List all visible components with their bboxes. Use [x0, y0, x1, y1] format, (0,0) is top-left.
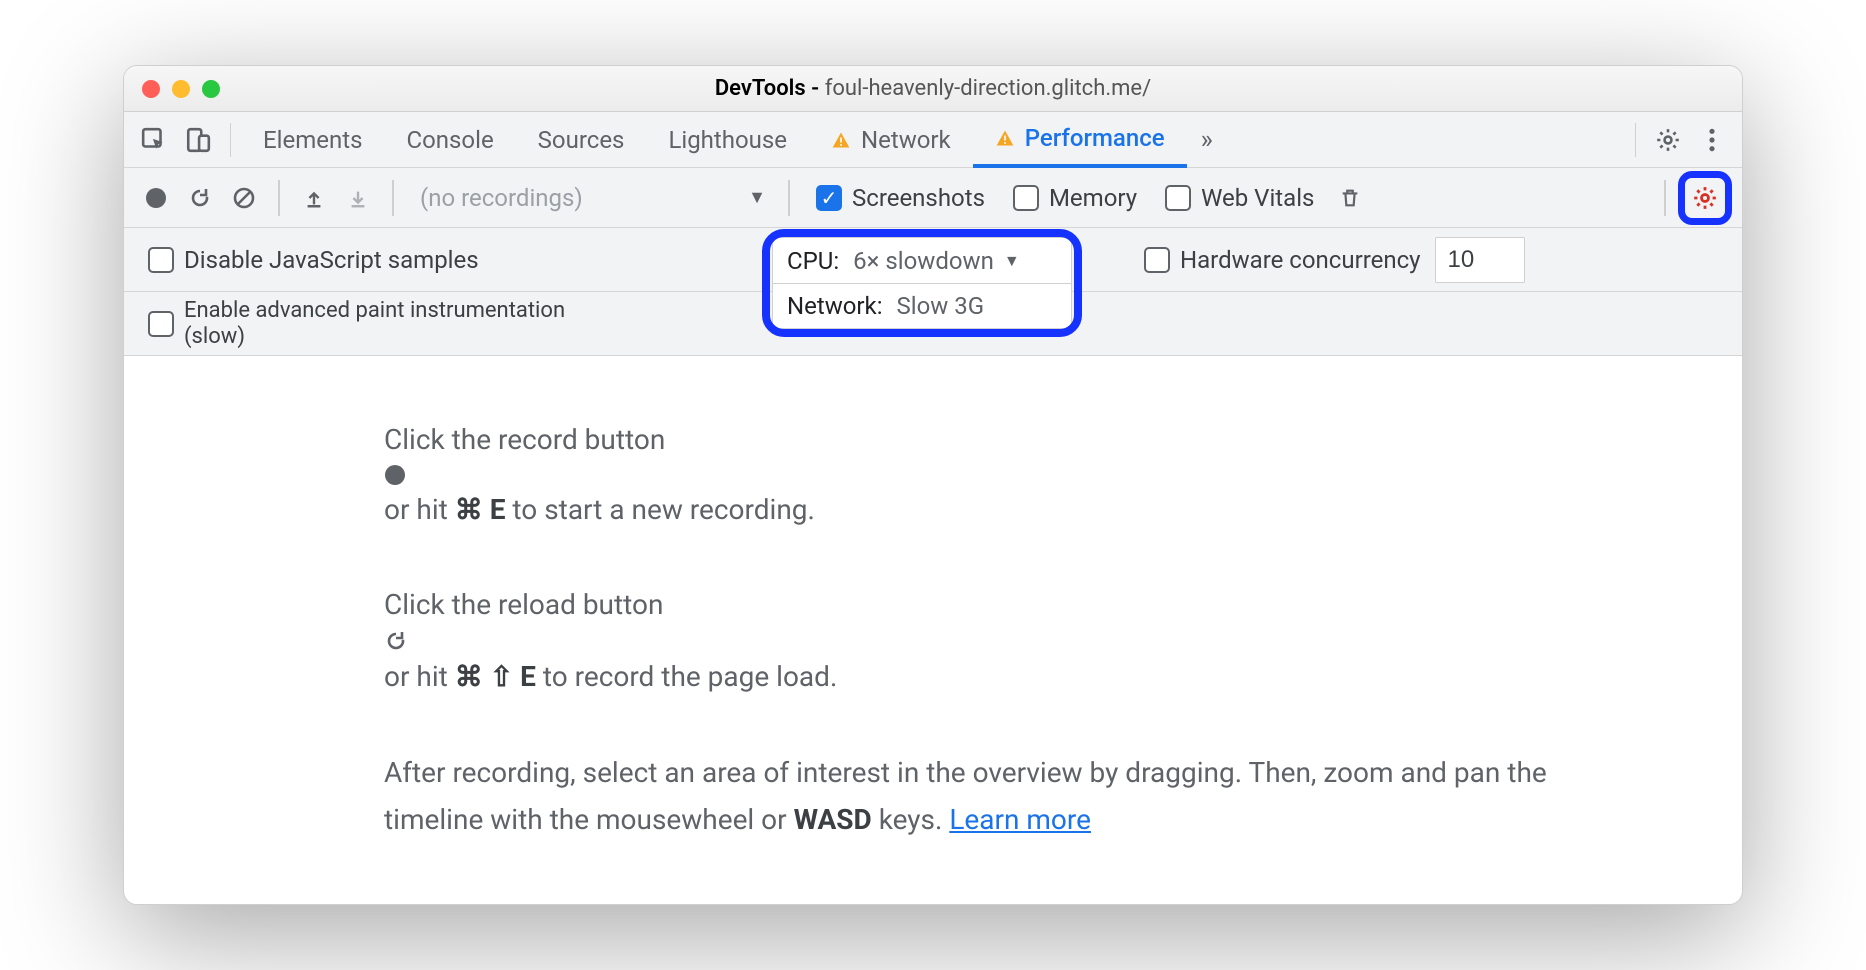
cpu-throttling-select[interactable]: CPU: 6× slowdown ▼ [772, 237, 1072, 283]
tab-network[interactable]: Network [809, 112, 973, 168]
screenshots-checkbox[interactable]: ✓ Screenshots [802, 184, 999, 212]
cpu-throttle-label: CPU: [787, 247, 839, 275]
title-prefix: DevTools - [715, 76, 825, 101]
memory-checkbox[interactable]: Memory [999, 184, 1151, 212]
separator [1635, 123, 1636, 157]
record-hint: Click the record button or hit ⌘ E to st… [384, 416, 1622, 533]
chevron-down-icon: ▼ [1004, 251, 1020, 271]
checkbox-icon [1165, 185, 1191, 211]
clear-button[interactable] [222, 176, 266, 220]
devtools-window: DevTools - foul-heavenly-direction.glitc… [123, 65, 1743, 905]
save-profile-button[interactable] [336, 176, 380, 220]
record-button-inline[interactable] [384, 464, 1622, 486]
chevron-down-icon: ▼ [748, 187, 766, 208]
traffic-lights [142, 80, 220, 98]
network-throttle-value: Slow 3G [897, 292, 985, 320]
performance-landing: Click the record button or hit ⌘ E to st… [124, 356, 1742, 904]
checkbox-icon [148, 247, 174, 273]
zoom-window-button[interactable] [202, 80, 220, 98]
device-toolbar-icon[interactable] [176, 118, 220, 162]
window-title: DevTools - foul-heavenly-direction.glitc… [715, 76, 1151, 101]
network-throttle-label: Network: [787, 292, 883, 320]
checkbox-icon [1144, 247, 1170, 273]
network-throttling-select[interactable]: Network: Slow 3G [772, 283, 1072, 329]
more-tabs-button[interactable]: » [1187, 125, 1227, 155]
capture-settings-button[interactable] [1687, 180, 1723, 216]
tab-elements[interactable]: Elements [241, 112, 384, 168]
close-window-button[interactable] [142, 80, 160, 98]
inspect-element-icon[interactable] [132, 118, 176, 162]
macos-titlebar: DevTools - foul-heavenly-direction.glitc… [124, 66, 1742, 112]
hardware-concurrency-checkbox[interactable]: Hardware concurrency [1130, 246, 1435, 274]
minimize-window-button[interactable] [172, 80, 190, 98]
reload-hint: Click the reload button or hit ⌘ ⇧ E to … [384, 581, 1622, 700]
enable-paint-checkbox[interactable]: Enable advanced paint instrumentation(sl… [134, 298, 654, 349]
warning-icon [831, 130, 851, 150]
load-profile-button[interactable] [292, 176, 336, 220]
tab-sources[interactable]: Sources [516, 112, 647, 168]
hardware-concurrency-input[interactable] [1435, 237, 1525, 283]
record-button[interactable] [134, 176, 178, 220]
reload-button[interactable] [178, 176, 222, 220]
warning-icon [995, 128, 1015, 148]
cpu-throttle-value: 6× slowdown [853, 247, 994, 275]
title-url: foul-heavenly-direction.glitch.me/ [825, 76, 1151, 101]
capture-settings-highlight [1678, 171, 1732, 225]
checkbox-icon [1013, 185, 1039, 211]
tab-performance[interactable]: Performance [973, 112, 1187, 168]
navigate-hint: After recording, select an area of inter… [384, 749, 1622, 844]
performance-toolbar: (no recordings) ▼ ✓ Screenshots Memory W… [124, 168, 1742, 228]
tab-lighthouse[interactable]: Lighthouse [646, 112, 809, 168]
recordings-dropdown[interactable]: (no recordings) ▼ [406, 178, 776, 218]
reload-button-inline[interactable] [384, 629, 1622, 653]
garbage-collect-button[interactable] [1328, 176, 1372, 220]
tab-console[interactable]: Console [384, 112, 515, 168]
checkbox-checked-icon: ✓ [816, 185, 842, 211]
learn-more-link[interactable]: Learn more [949, 803, 1091, 836]
kebab-menu-icon[interactable] [1690, 118, 1734, 162]
settings-icon[interactable] [1646, 118, 1690, 162]
recordings-placeholder: (no recordings) [420, 184, 583, 212]
separator [230, 123, 231, 157]
checkbox-icon [148, 311, 174, 337]
panel-tabs: Elements Console Sources Lighthouse Netw… [124, 112, 1742, 168]
disable-js-checkbox[interactable]: Disable JavaScript samples [134, 246, 654, 274]
throttling-highlight: CPU: 6× slowdown ▼ Network: Slow 3G [772, 237, 1072, 329]
webvitals-checkbox[interactable]: Web Vitals [1151, 184, 1328, 212]
